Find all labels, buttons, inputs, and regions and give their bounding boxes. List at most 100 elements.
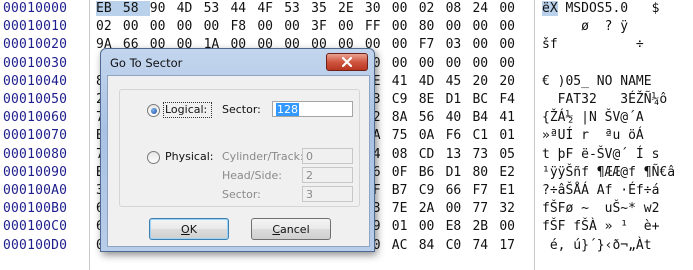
hex-byte[interactable]: 00: [392, 1, 419, 16]
hex-byte[interactable]: CD: [419, 147, 446, 162]
hex-byte[interactable]: BC: [472, 92, 499, 107]
ascii-row[interactable]: ëX MSDOS5.0 $: [542, 1, 667, 16]
hex-byte[interactable]: E2: [499, 165, 526, 180]
hex-byte[interactable]: 8E: [419, 92, 446, 107]
ascii-row[interactable]: é, ú}´}‹ð¬„Àt: [542, 238, 659, 253]
hex-byte[interactable]: FF: [365, 19, 392, 34]
hex-byte[interactable]: 58: [122, 1, 150, 16]
ascii-row[interactable]: fŠF fŠÀ » ¹ è+: [542, 219, 667, 234]
hex-byte[interactable]: 00: [499, 37, 526, 52]
hex-byte[interactable]: 2B: [472, 219, 499, 234]
hex-byte[interactable]: 53: [204, 1, 231, 16]
close-button[interactable]: [326, 53, 368, 71]
hex-byte[interactable]: F7: [419, 37, 446, 52]
hex-byte[interactable]: 00: [392, 37, 419, 52]
hex-byte[interactable]: 8A: [392, 110, 419, 125]
hex-byte[interactable]: F6: [446, 128, 473, 143]
hex-byte[interactable]: 44: [230, 1, 257, 16]
hex-byte[interactable]: 77: [472, 201, 499, 216]
hex-byte[interactable]: B7: [392, 183, 419, 198]
head-side-input[interactable]: 2: [302, 167, 353, 183]
logical-radio[interactable]: [147, 104, 160, 117]
ascii-column[interactable]: ëX MSDOS5.0 $ ø ? ÿ šf ÷ € )05_ NO NAME …: [534, 0, 693, 270]
hex-byte[interactable]: C9: [392, 92, 419, 107]
ascii-row[interactable]: »ªUÍ r ªu öÁ: [542, 128, 652, 143]
dialog-titlebar[interactable]: Go To Sector: [101, 49, 374, 75]
ascii-row[interactable]: € )05_ NO NAME: [542, 74, 667, 89]
hex-byte[interactable]: EB: [96, 1, 123, 16]
hex-byte[interactable]: 66: [446, 183, 473, 198]
ascii-row[interactable]: t þF ë-ŠV@´ Í s: [542, 147, 667, 162]
ascii-row[interactable]: ¹ÿÿŠñf ¶ÆÆ@f ¶Ñ€â: [542, 165, 675, 180]
hex-byte[interactable]: 24: [472, 1, 499, 16]
hex-byte[interactable]: 84: [419, 238, 446, 253]
hex-byte[interactable]: 56: [419, 110, 446, 125]
hex-byte[interactable]: 00: [499, 1, 526, 16]
hex-byte[interactable]: B4: [472, 110, 499, 125]
hex-byte[interactable]: 01: [499, 128, 526, 143]
ok-button[interactable]: OK: [149, 218, 229, 240]
hex-row[interactable]: EB 58 90 4D 53 44 4F 53 35 2E 30 00 02 08 24 00: [96, 1, 526, 16]
hex-byte[interactable]: 0F: [392, 165, 419, 180]
ascii-row[interactable]: ?÷âŠÅÁ Af ·Éf÷á: [542, 183, 659, 198]
hex-byte[interactable]: 00: [177, 19, 204, 34]
hex-row[interactable]: 02 00 00 00 00 F8 00 00 3F 00 FF 00 80 00 00 00: [96, 19, 526, 34]
hex-byte[interactable]: F8: [230, 19, 257, 34]
hex-byte[interactable]: 00: [150, 19, 177, 34]
hex-byte[interactable]: 00: [446, 201, 473, 216]
hex-byte[interactable]: B6: [419, 165, 446, 180]
hex-byte[interactable]: 30: [365, 1, 392, 16]
hex-byte[interactable]: 00: [204, 19, 231, 34]
hex-byte[interactable]: D1: [446, 92, 473, 107]
hex-byte[interactable]: 7E: [392, 201, 419, 216]
hex-byte[interactable]: 03: [446, 37, 473, 52]
hex-byte[interactable]: 00: [499, 219, 526, 234]
hex-byte[interactable]: 00: [419, 56, 446, 71]
logical-sector-input[interactable]: 128: [272, 101, 353, 117]
hex-byte[interactable]: 4D: [177, 1, 204, 16]
hex-byte[interactable]: 2A: [419, 201, 446, 216]
hex-byte[interactable]: 02: [419, 1, 446, 16]
hex-byte[interactable]: AC: [392, 238, 419, 253]
hex-byte[interactable]: 02: [96, 19, 123, 34]
hex-byte[interactable]: 53: [284, 1, 311, 16]
hex-byte[interactable]: 00: [446, 56, 473, 71]
ascii-row[interactable]: ø ? ÿ: [542, 19, 659, 34]
hex-byte[interactable]: 05: [499, 147, 526, 162]
hex-byte[interactable]: 00: [123, 19, 150, 34]
hex-byte[interactable]: 00: [257, 19, 284, 34]
hex-byte[interactable]: 00: [392, 19, 419, 34]
physical-radio[interactable]: [147, 151, 160, 164]
cylinder-track-input[interactable]: 0: [302, 148, 353, 164]
hex-byte[interactable]: 4D: [419, 74, 446, 89]
hex-byte[interactable]: 80: [419, 19, 446, 34]
hex-byte[interactable]: 17: [499, 238, 526, 253]
hex-byte[interactable]: 35: [311, 1, 338, 16]
hex-byte[interactable]: C9: [419, 183, 446, 198]
ascii-row[interactable]: fŠFø ~ uŠ~* w2: [542, 201, 659, 216]
hex-byte[interactable]: 32: [499, 201, 526, 216]
hex-byte[interactable]: 00: [472, 56, 499, 71]
hex-byte[interactable]: 01: [392, 219, 419, 234]
hex-byte[interactable]: E1: [499, 183, 526, 198]
hex-byte[interactable]: E8: [446, 219, 473, 234]
hex-byte[interactable]: 2E: [338, 1, 365, 16]
ascii-row[interactable]: {ŽÁ½ |N ŠV@´A: [542, 110, 644, 125]
hex-byte[interactable]: 41: [499, 110, 526, 125]
hex-byte[interactable]: 4F: [257, 1, 284, 16]
hex-byte[interactable]: 20: [472, 74, 499, 89]
hex-byte[interactable]: 20: [499, 74, 526, 89]
physical-sector-input[interactable]: 3: [302, 186, 353, 202]
hex-byte[interactable]: 80: [472, 165, 499, 180]
hex-byte[interactable]: 00: [284, 19, 311, 34]
hex-byte[interactable]: 13: [446, 147, 473, 162]
hex-byte[interactable]: 00: [472, 19, 499, 34]
hex-byte[interactable]: F4: [499, 92, 526, 107]
cancel-button[interactable]: Cancel: [251, 218, 331, 240]
hex-byte[interactable]: C1: [472, 128, 499, 143]
hex-byte[interactable]: D1: [446, 165, 473, 180]
hex-byte[interactable]: 00: [499, 19, 526, 34]
hex-byte[interactable]: 00: [499, 56, 526, 71]
hex-byte[interactable]: 00: [392, 56, 419, 71]
hex-byte[interactable]: 00: [338, 19, 365, 34]
